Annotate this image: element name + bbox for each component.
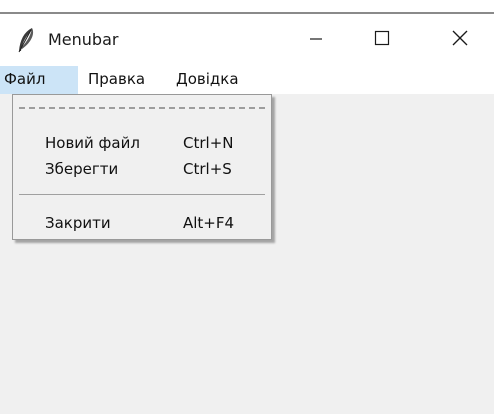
window-title: Menubar [48,30,119,49]
menu-item-label: Новий файл [45,134,140,152]
menu-help[interactable]: Довідка [172,66,262,94]
close-icon [452,30,468,50]
maximize-button[interactable] [352,14,412,66]
menu-item-close[interactable]: Закрити Alt+F4 [13,211,271,235]
menu-item-save[interactable]: Зберегти Ctrl+S [13,157,271,181]
menu-file[interactable]: Файл [0,66,78,94]
menu-item-label: Зберегти [45,160,119,178]
minimize-icon [309,31,323,50]
title-bar[interactable]: Menubar [0,14,494,66]
feather-icon [16,27,36,53]
desktop-strip [0,0,494,12]
screen: Menubar Файл Правка Довідка Новий файл C… [0,0,494,414]
menu-edit[interactable]: Правка [84,66,164,94]
file-menu-dropdown: Новий файл Ctrl+N Зберегти Ctrl+S Закрит… [12,94,272,240]
menu-item-shortcut: Alt+F4 [183,214,235,232]
menu-item-shortcut: Ctrl+S [183,160,232,178]
minimize-button[interactable] [286,14,346,66]
menu-item-shortcut: Ctrl+N [183,134,234,152]
menu-item-new-file[interactable]: Новий файл Ctrl+N [13,131,271,155]
maximize-icon [374,30,390,50]
menu-separator [19,194,265,195]
menu-item-label: Закрити [45,214,111,232]
tearoff-line[interactable] [19,107,265,109]
close-button[interactable] [430,14,490,66]
menu-bar: Файл Правка Довідка [0,66,494,94]
